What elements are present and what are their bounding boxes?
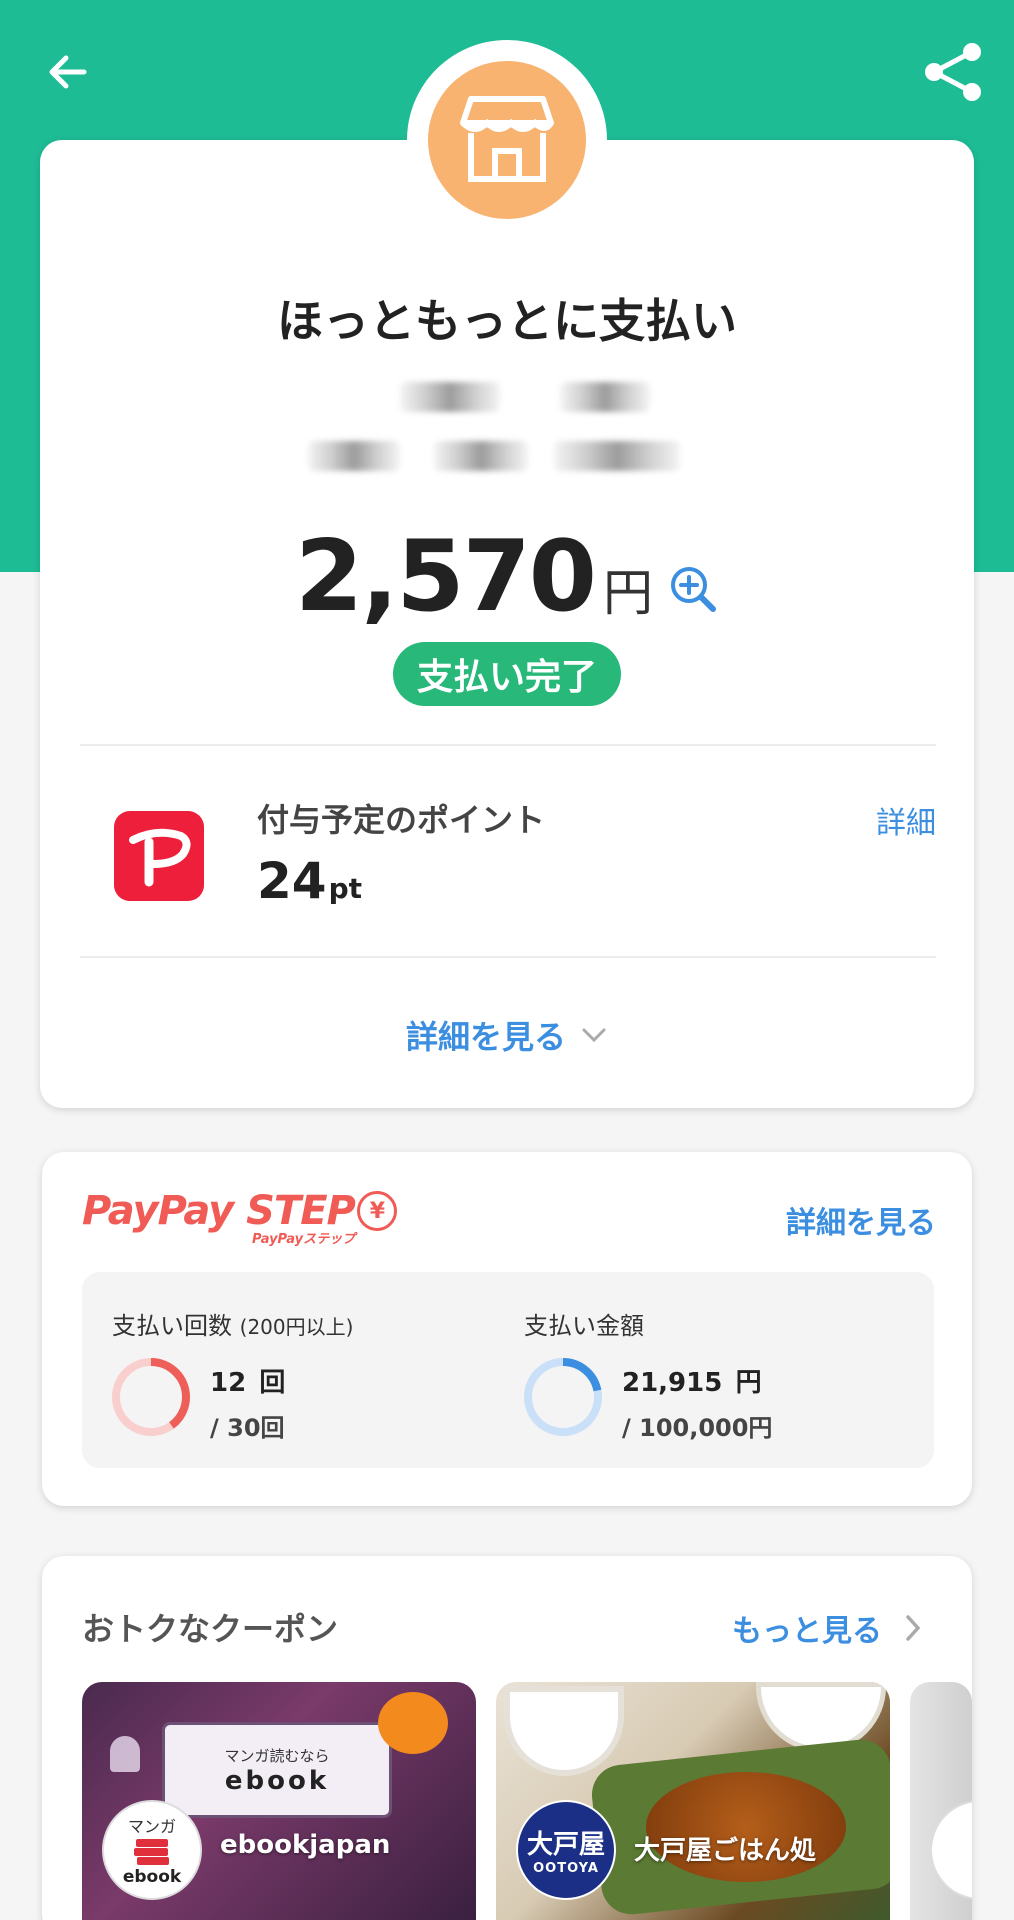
- step-detail-link[interactable]: 詳細を見る: [786, 1198, 936, 1242]
- shop-icon: [460, 96, 554, 182]
- zoom-in-icon[interactable]: [667, 563, 719, 615]
- coupon-tile-ootoya[interactable]: 大戸屋 OOTOYA 大戸屋ごはん処: [496, 1682, 890, 1920]
- redacted-info: [308, 441, 400, 471]
- ootoya-logo: 大戸屋 OOTOYA: [516, 1800, 616, 1900]
- shop-avatar: [428, 61, 586, 219]
- merchant-name: ほっともっとに支払い: [277, 294, 737, 348]
- payment-count-note: (200円以上): [239, 1315, 354, 1339]
- back-button[interactable]: [36, 40, 100, 104]
- pumpkin-illustration: [378, 1692, 448, 1754]
- coupon-more-link[interactable]: もっと見る: [732, 1606, 922, 1650]
- coupon-section-title: おトクなクーポン: [82, 1610, 339, 1648]
- points-unit: pt: [328, 872, 363, 905]
- divider: [80, 956, 936, 958]
- points-label: 付与予定のポイント: [257, 801, 546, 839]
- ebook-badge-top: マンガ: [127, 1817, 176, 1836]
- paypay-step-logo: PayPay STEP ¥ PayPayステップ: [82, 1188, 397, 1247]
- payment-count-value-row: 12 回: [210, 1356, 285, 1400]
- payment-sum-label: 支払い金額: [524, 1312, 644, 1340]
- redacted-info: [554, 441, 680, 471]
- amount-row: 2,570 円: [0, 520, 1014, 634]
- payment-sum-value-row: 21,915 円: [622, 1356, 762, 1400]
- points-value-row: 24pt: [257, 852, 362, 910]
- payment-sum-value: 21,915: [622, 1368, 723, 1398]
- payment-count-max: / 30回: [210, 1414, 285, 1442]
- book-stack-icon: [134, 1839, 169, 1865]
- payment-sum-unit: 円: [735, 1368, 762, 1398]
- status-badge: 支払い完了: [393, 642, 621, 706]
- rice-bowl-illustration: [504, 1686, 624, 1776]
- redacted-info: [434, 441, 528, 471]
- payment-sum-ring: [524, 1358, 602, 1436]
- redacted-info: [400, 382, 500, 412]
- payment-count-title: 支払い回数: [112, 1312, 232, 1340]
- payment-count-label: 支払い回数 (200円以上): [112, 1306, 353, 1341]
- coupon-tile-partial[interactable]: [910, 1682, 972, 1920]
- ootoya-badge-bottom: OOTOYA: [533, 1861, 599, 1876]
- ghost-illustration: [110, 1736, 140, 1772]
- coupon-merchant-name: 大戸屋ごはん処: [634, 1836, 817, 1866]
- paypay-logo: [114, 811, 204, 901]
- payment-sum-max: / 100,000円: [622, 1414, 773, 1442]
- redacted-info: [560, 382, 650, 412]
- ebook-banner-top: マンガ読むなら: [224, 1746, 330, 1765]
- coupon-merchant-name: ebookjapan: [220, 1830, 391, 1860]
- points-detail-link[interactable]: 詳細: [876, 798, 936, 842]
- see-details-label: 詳細を見る: [405, 1018, 566, 1056]
- partial-merchant-logo: [930, 1800, 972, 1900]
- coupon-more-label: もっと見る: [732, 1614, 882, 1649]
- payment-amount: 2,570: [295, 520, 597, 634]
- ebook-banner: マンガ読むなら ebook: [162, 1722, 392, 1818]
- share-button[interactable]: [922, 40, 986, 104]
- currency-label: 円: [602, 564, 653, 622]
- points-value: 24: [257, 852, 327, 910]
- arrow-left-icon: [49, 55, 87, 89]
- ebook-badge-bottom: ebook: [122, 1867, 182, 1887]
- ebookjapan-logo: マンガ ebook: [102, 1800, 202, 1900]
- payment-count-ring: [112, 1358, 190, 1436]
- coupon-tile-ebookjapan[interactable]: マンガ読むなら ebook マンガ ebook ebookjapan: [82, 1682, 476, 1920]
- chevron-down-icon: [582, 1028, 606, 1043]
- see-details-button[interactable]: 詳細を見る: [0, 1012, 1014, 1058]
- chevron-right-icon: [906, 1615, 921, 1641]
- ootoya-badge-top: 大戸屋: [526, 1830, 605, 1860]
- yen-coin-icon: ¥: [356, 1191, 397, 1231]
- paypay-p-icon: [129, 828, 191, 887]
- payment-count-unit: 回: [259, 1368, 286, 1398]
- share-icon: [925, 43, 981, 101]
- ebook-banner-brand: ebook: [224, 1765, 330, 1796]
- payment-count-value: 12: [210, 1368, 247, 1398]
- divider: [80, 744, 936, 746]
